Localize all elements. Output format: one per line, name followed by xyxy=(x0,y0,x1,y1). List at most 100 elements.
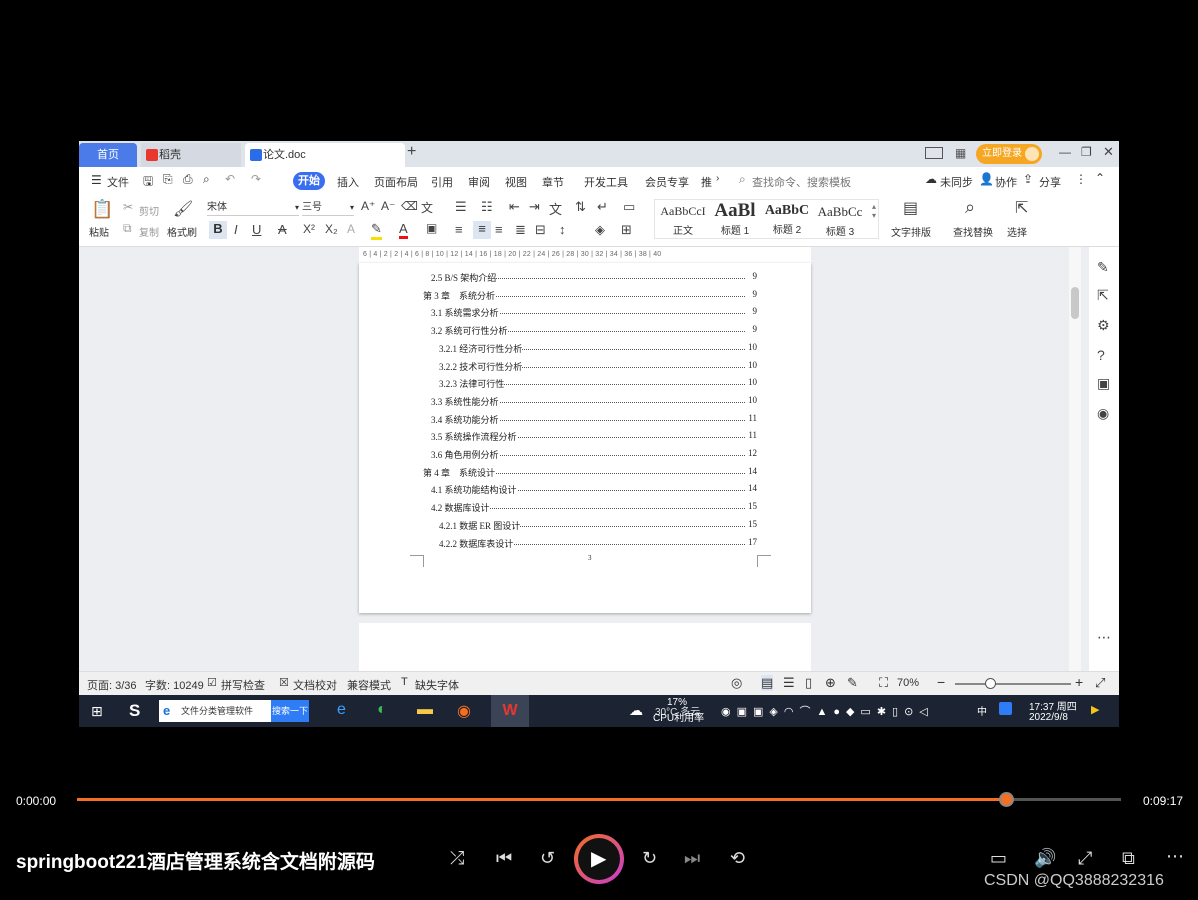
chinese-layout-icon[interactable]: 文 xyxy=(549,199,562,218)
toc-entry[interactable]: 3.2.2 技术可行性分析 10 xyxy=(439,359,757,372)
location-icon[interactable]: ◉ xyxy=(1097,405,1109,422)
progress-thumb[interactable] xyxy=(999,792,1015,807)
highlight-icon[interactable]: ✎ xyxy=(371,221,382,240)
char-border-icon[interactable]: ▣ xyxy=(426,221,437,235)
grow-font-icon[interactable]: A⁺ xyxy=(361,199,375,213)
format-painter-label[interactable]: 格式刷 xyxy=(167,224,197,239)
select-icon[interactable]: ⇱ xyxy=(1097,287,1109,304)
edit-icon[interactable]: ✎ xyxy=(1097,259,1109,276)
sync-status[interactable]: 未同步 xyxy=(940,174,973,190)
export-icon[interactable]: ⎘ xyxy=(163,172,173,187)
new-tab-button[interactable]: + xyxy=(407,143,416,161)
image-icon[interactable]: ▣ xyxy=(1097,375,1110,392)
toc-entry[interactable]: 3.6 角色用例分析 12 xyxy=(431,448,757,460)
table-tools-icon[interactable]: ▭ xyxy=(623,199,635,215)
command-search[interactable]: 查找命令、搜索模板 xyxy=(752,174,851,190)
distribute-icon[interactable]: ⊟ xyxy=(535,222,546,238)
menu-review[interactable]: 审阅 xyxy=(468,174,490,190)
align-left-icon[interactable]: ≡ xyxy=(455,222,463,237)
paste-label[interactable]: 粘贴 xyxy=(89,224,109,239)
clock-time[interactable]: 17:37 周四 xyxy=(1029,698,1077,713)
font-color-icon[interactable]: A xyxy=(399,221,408,239)
format-painter-icon[interactable]: 🖌 xyxy=(173,199,193,219)
previous-icon[interactable]: ⏮ xyxy=(496,848,512,869)
superscript-icon[interactable]: X² xyxy=(303,222,315,236)
eye-icon[interactable]: ◎ xyxy=(731,675,742,691)
page-view-icon[interactable]: ▤ xyxy=(761,675,774,691)
justify-icon[interactable]: ≣ xyxy=(515,222,526,238)
save-icon[interactable]: 🖫 xyxy=(143,172,153,193)
menu-page-layout[interactable]: 页面布局 xyxy=(374,174,418,190)
more-icon[interactable]: ⋮ xyxy=(1075,172,1087,186)
proofread-button[interactable]: 文档校对 xyxy=(293,677,337,693)
close-icon[interactable]: ✕ xyxy=(1103,144,1114,160)
menu-insert[interactable]: 插入 xyxy=(337,174,359,190)
style-heading1[interactable]: AaBl 标题 1 xyxy=(709,200,761,238)
notification-icon[interactable]: ▶ xyxy=(1091,703,1099,716)
borders-icon[interactable]: ⊞ xyxy=(621,222,632,238)
grid-icon[interactable]: ▦ xyxy=(955,146,966,160)
shuffle-icon[interactable]: ⤮ xyxy=(450,848,464,869)
video-app-icon[interactable]: ◉ xyxy=(457,701,471,721)
style-scroll-icon[interactable]: ▴ ▾ xyxy=(872,202,876,220)
menu-view[interactable]: 视图 xyxy=(505,174,527,190)
chevron-right-icon[interactable]: › xyxy=(716,173,719,184)
pen-icon[interactable]: ✎ xyxy=(847,675,858,691)
missing-font-button[interactable]: 缺失字体 xyxy=(415,677,459,693)
style-heading3[interactable]: AaBbCc 标题 3 xyxy=(813,200,867,238)
toc-entry[interactable]: 3.5 系统操作流程分析 11 xyxy=(431,430,757,443)
redo-icon[interactable]: ↷ xyxy=(251,172,261,186)
select-label[interactable]: 选择 xyxy=(1007,224,1027,239)
toc-entry[interactable]: 3.2.1 经济可行性分析 10 xyxy=(439,341,757,354)
underline-icon[interactable]: U xyxy=(252,222,261,237)
progress-track[interactable] xyxy=(77,792,1121,807)
qq-icon[interactable] xyxy=(999,702,1012,715)
cut-icon[interactable]: ✂ xyxy=(123,200,133,214)
outline-view-icon[interactable]: ☰ xyxy=(783,675,795,691)
style-heading2[interactable]: AaBbC 标题 2 xyxy=(761,200,813,238)
hamburger-icon[interactable]: ☰ xyxy=(91,173,102,187)
volume-icon[interactable]: 🔊 xyxy=(1034,848,1056,869)
vertical-scrollbar[interactable] xyxy=(1069,247,1081,671)
pip-icon[interactable]: ⧉ xyxy=(1122,848,1135,869)
sort-icon[interactable]: ⇅ xyxy=(575,199,586,215)
line-spacing-icon[interactable]: ↕ xyxy=(559,222,566,237)
repeat-off-icon[interactable]: ⟲ xyxy=(730,848,745,869)
read-view-icon[interactable]: ▯ xyxy=(805,675,812,691)
paste-icon[interactable]: 📋 xyxy=(91,199,113,220)
text-effect-icon[interactable]: A xyxy=(347,222,355,236)
taskbar-search-button[interactable]: 搜索一下 xyxy=(271,700,309,722)
style-normal[interactable]: AaBbCcI 正文 xyxy=(657,200,709,238)
zoom-level[interactable]: 70% xyxy=(897,677,919,689)
collab-button[interactable]: 协作 xyxy=(995,174,1017,190)
undo-icon[interactable]: ↶ xyxy=(225,172,235,186)
italic-icon[interactable]: I xyxy=(234,222,238,237)
app-logo-icon[interactable]: S xyxy=(129,701,140,721)
copy-icon[interactable]: ⧉ xyxy=(123,221,132,236)
tray-icons[interactable]: ◉▣▣◈◠⌒▲●◆▭✱▯⊙◁ xyxy=(721,703,934,719)
select-cursor-icon[interactable]: ⇱ xyxy=(1015,198,1028,218)
toc-entry[interactable]: 3.1 系统需求分析 9 xyxy=(431,306,757,319)
toc-entry[interactable]: 3.2.3 法律可行性 10 xyxy=(439,377,757,390)
font-select[interactable]: 宋体 ▾ xyxy=(207,200,299,216)
toc-entry[interactable]: 4.2.1 数据 ER 图设计 15 xyxy=(439,518,757,531)
folder-icon[interactable]: ▬ xyxy=(417,701,433,719)
taskbar-search[interactable]: e 文件分类管理软件 搜索一下 xyxy=(159,700,309,722)
font-size-select[interactable]: 三号 ▾ xyxy=(302,200,354,216)
play-button[interactable]: ▶ xyxy=(574,834,624,884)
zoom-slider-thumb[interactable] xyxy=(985,678,996,689)
page-indicator[interactable]: 页面: 3/36 xyxy=(87,677,137,693)
strikethrough-icon[interactable]: A xyxy=(278,222,287,237)
menu-dev-tools[interactable]: 开发工具 xyxy=(584,174,628,190)
preview-icon[interactable]: ⌕ xyxy=(203,172,210,187)
zoom-out-icon[interactable]: − xyxy=(937,674,945,690)
tab-document[interactable]: 论文.doc xyxy=(245,143,405,167)
tab-home[interactable]: 首页 xyxy=(79,143,137,167)
cut-label[interactable]: 剪切 xyxy=(139,203,159,218)
text-layout-label[interactable]: 文字排版 xyxy=(891,224,931,239)
toc-entry[interactable]: 4.2 数据库设计 15 xyxy=(431,501,757,514)
bold-icon[interactable]: B xyxy=(209,221,227,239)
more-dots-icon[interactable]: ⋯ xyxy=(1097,629,1111,646)
word-count[interactable]: 字数: 10249 xyxy=(145,677,204,693)
toc-entry[interactable]: 3.2 系统可行性分析 9 xyxy=(431,324,757,337)
